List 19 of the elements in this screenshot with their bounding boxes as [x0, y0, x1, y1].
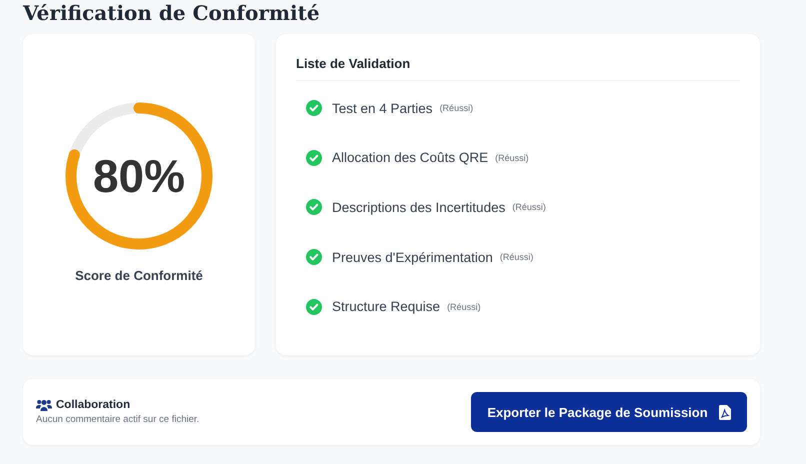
collaboration-message: Aucun commentaire actif sur ce fichier.	[36, 414, 200, 425]
checklist-title: Liste de Validation	[296, 56, 412, 71]
pdf-file-icon	[718, 404, 731, 420]
checklist-item-label: Test en 4 Parties	[332, 100, 433, 116]
item-status: (Réussi)	[500, 252, 534, 262]
export-button[interactable]: Exporter le Package de Soumission	[471, 392, 747, 432]
collaboration-title: Collaboration	[56, 399, 130, 411]
item-status: (Réussi)	[495, 152, 529, 163]
checklist-item-label: Allocation des Coûts QRE	[332, 150, 488, 166]
score-label: Score de Conformité	[75, 268, 203, 283]
item-status: (Réussi)	[512, 202, 546, 212]
item-status: (Réussi)	[447, 302, 481, 312]
score-value: 80%	[92, 149, 186, 204]
checklist-item-label: Descriptions des Incertitudes	[332, 200, 506, 215]
item-status: (Réussi)	[440, 103, 474, 113]
checklist-item-label: Preuves d'Expérimentation	[332, 250, 493, 265]
checklist-item-label: Structure Requise	[332, 299, 440, 314]
page-title: Vérification de Conformité	[23, 0, 321, 26]
users-icon	[36, 399, 52, 411]
